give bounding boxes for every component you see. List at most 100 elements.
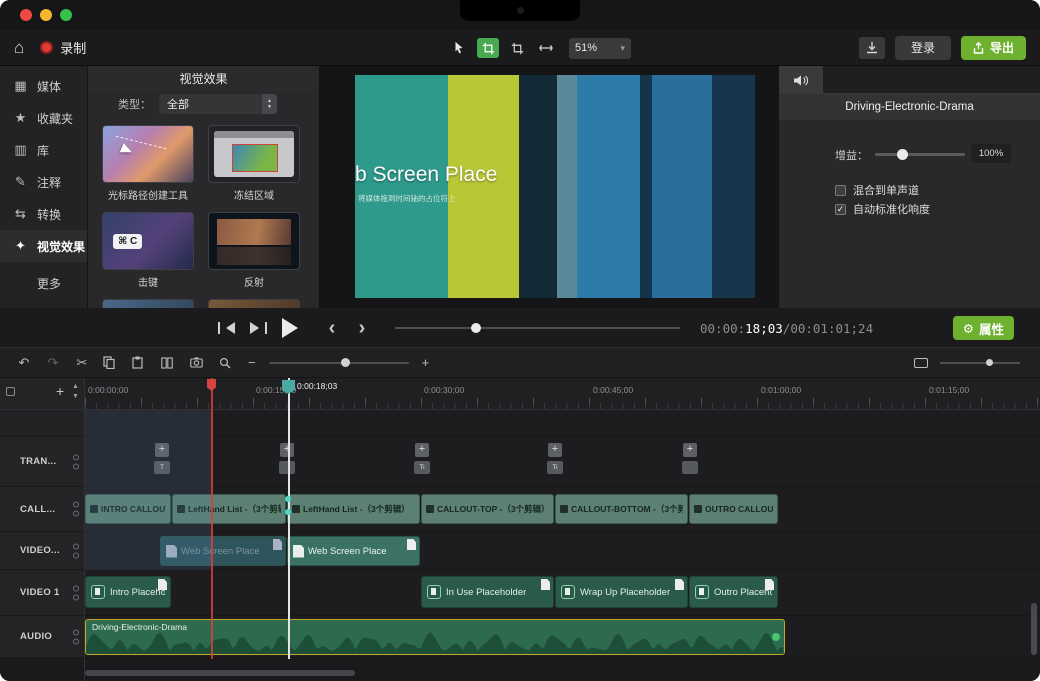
next-frame-button[interactable] [246,316,270,340]
maximize-button[interactable] [60,9,72,21]
out-marker-line[interactable] [211,378,213,659]
chevron-down-icon[interactable]: ▼ [72,393,79,400]
effect-card-partial[interactable] [102,299,194,308]
fit-timeline-icon[interactable] [914,358,928,368]
timeline-zoom-slider[interactable] [269,362,409,364]
transition-marker[interactable]: + [682,443,698,474]
checkbox-checked[interactable]: ✓ [835,204,846,215]
transition-marker[interactable]: + Ti [547,443,563,474]
transition-clip[interactable]: T [154,461,170,474]
placeholder-clip[interactable]: Outro Placeholder [689,576,778,608]
paste-icon[interactable] [132,356,148,369]
selection-handle[interactable] [285,509,291,515]
sidebar-item-more[interactable]: 更多 [0,267,87,299]
video-clip[interactable]: Web Screen Place [287,536,420,566]
callout-clip[interactable]: CALLOUT-TOP -（3个剪辑） [421,494,554,524]
record-button[interactable]: 录制 [40,38,86,57]
add-transition-icon[interactable]: + [280,443,294,457]
transition-marker[interactable]: + Ti [414,443,430,474]
split-icon[interactable] [161,357,177,369]
effect-card-freeze-region[interactable]: 冻结区域 [208,125,300,202]
timeline-zoom-knob[interactable] [341,358,350,367]
zoom-level-select[interactable]: 51% ▾ [569,38,631,59]
sidebar-item-visual-effects[interactable]: ✦视觉效果 [0,230,87,262]
track-height-knob[interactable] [986,359,993,366]
placeholder-clip[interactable]: In Use Placeholder [421,576,554,608]
track-header-transitions[interactable]: TRAN... [0,437,85,487]
vertical-scrollbar[interactable] [1031,603,1037,655]
undo-icon[interactable]: ↶ [16,356,32,369]
effect-card-cursor-path[interactable]: 光标路径创建工具 [102,125,194,202]
magnifier-icon[interactable] [219,357,235,369]
video-clip[interactable]: Web Screen Place [160,536,286,566]
add-transition-icon[interactable]: + [548,443,562,457]
callout-clip[interactable]: CALLOUT-BOTTOM -（3个剪辑） [555,494,688,524]
tab-audio[interactable] [779,66,823,94]
transition-clip[interactable] [682,461,698,474]
chevron-up-icon[interactable]: ▲ [72,383,79,390]
audio-clip[interactable]: Driving-Electronic-Drama [85,619,785,655]
option-auto-normalize[interactable]: ✓ 自动标准化响度 [835,201,930,217]
seek-slider-knob[interactable] [471,323,481,333]
option-mix-to-mono[interactable]: 混合到单声道 [835,182,919,198]
scissors-icon[interactable]: ✂ [74,356,90,369]
sidebar-item-favorites[interactable]: ★收藏夹 [0,102,87,134]
zoom-out-icon[interactable]: − [248,355,256,370]
add-transition-icon[interactable]: + [683,443,697,457]
add-transition-icon[interactable]: + [415,443,429,457]
horizontal-scrollbar[interactable] [85,670,355,676]
effect-card-partial[interactable] [208,299,300,308]
transition-clip[interactable]: Ti [414,461,430,474]
redo-icon[interactable]: ↷ [45,356,61,369]
callout-clip[interactable]: INTRO CALLOUT [85,494,171,524]
empty-track-space[interactable] [85,410,1040,437]
track-content-callouts[interactable]: INTRO CALLOUTLeftHand List -（3个剪辑）LeftHa… [85,487,1040,532]
trim-tool-icon[interactable] [506,38,528,58]
effect-card-keystroke[interactable]: ⌘ C 击键 [102,212,194,289]
jump-back-button[interactable]: ‹ [320,316,344,340]
track-content-video1[interactable]: Intro Placeholder In Use PlaceholderWrap … [85,570,1040,616]
crop-tool-icon[interactable] [477,38,499,58]
callout-clip[interactable]: LeftHand List -（3个剪辑） [172,494,286,524]
track-header-video1[interactable]: VIDEO 1 [0,570,85,616]
track-content-audio[interactable]: Driving-Electronic-Drama [85,616,1040,658]
previous-frame-button[interactable] [214,316,238,340]
clip-handle[interactable] [772,633,780,641]
add-track-icon[interactable]: + [56,384,64,398]
play-button[interactable] [280,316,304,340]
transition-clip[interactable]: Ti [547,461,563,474]
checkbox-unchecked[interactable] [835,185,846,196]
effect-card-reflection[interactable]: 反射 [208,212,300,289]
gain-slider[interactable] [875,153,965,156]
selection-handle[interactable] [285,496,291,502]
sidebar-item-transitions[interactable]: ⇆转换 [0,198,87,230]
effect-type-select[interactable]: 全部 ▲▼ [159,94,277,114]
track-header-video2[interactable]: VIDEO... [0,532,85,570]
zoom-in-icon[interactable]: + [422,355,430,370]
playhead[interactable] [288,378,290,659]
scale-tool-icon[interactable] [535,38,557,58]
callout-clip[interactable]: LeftHand List -（3个剪辑） [287,494,420,524]
minimize-button[interactable] [40,9,52,21]
track-options-icon[interactable] [6,387,15,396]
track-header-callouts[interactable]: CALL... [0,487,85,532]
copy-icon[interactable] [103,356,119,369]
home-icon[interactable]: ⌂ [14,39,24,56]
download-button[interactable] [859,37,885,59]
sidebar-item-annotations[interactable]: ✎注释 [0,166,87,198]
camera-icon[interactable] [190,357,206,368]
select-tool-icon[interactable] [448,38,470,58]
sidebar-item-library[interactable]: ▥库 [0,134,87,166]
timeline-ruler[interactable]: 0:00:00;000:00:15;000:00:30;000:00:45;00… [85,378,1040,410]
track-height-slider[interactable] [940,362,1020,364]
properties-button[interactable]: ⚙属性 [953,316,1014,340]
callout-clip[interactable]: OUTRO CALLOUT [689,494,778,524]
transition-marker[interactable]: +T [154,443,170,474]
add-transition-icon[interactable]: + [155,443,169,457]
track-content-video2[interactable]: Web Screen PlaceWeb Screen Place [85,532,1040,570]
jump-forward-button[interactable]: › [350,316,374,340]
sidebar-item-media[interactable]: ▦媒体 [0,70,87,102]
gain-slider-knob[interactable] [897,149,908,160]
placeholder-clip[interactable]: Intro Placeholder [85,576,171,608]
placeholder-clip[interactable]: Wrap Up Placeholder [555,576,688,608]
